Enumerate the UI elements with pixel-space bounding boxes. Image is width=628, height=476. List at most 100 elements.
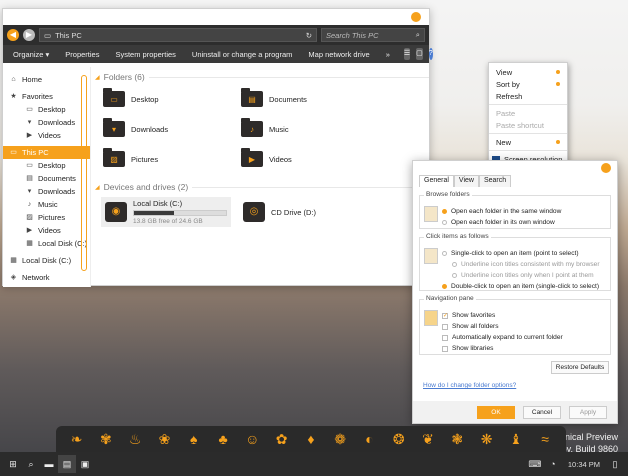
egg-icon[interactable]: ◐ — [361, 431, 377, 447]
radio-button[interactable] — [442, 284, 447, 289]
nav-item[interactable]: ▦ Local Disk (C:) — [3, 254, 90, 267]
nav-pane-checkbox[interactable]: ✓ Show favorites — [442, 310, 563, 321]
file-explorer-icon[interactable]: ▤ — [58, 455, 76, 473]
store-icon[interactable]: ▣ — [76, 455, 94, 473]
nav-item[interactable]: ⌂ Home — [3, 73, 90, 86]
fire-icon[interactable]: ♣ — [215, 431, 231, 447]
ok-button[interactable]: OK — [477, 405, 515, 419]
menu-item[interactable]: Refresh — [489, 90, 567, 102]
radio-button[interactable] — [452, 273, 457, 278]
drives-group-header[interactable]: ◢ Devices and drives (2) — [95, 181, 429, 193]
close-button[interactable] — [411, 12, 421, 22]
lotus-icon[interactable]: ❀ — [156, 431, 172, 447]
notification-icon[interactable]: ▯ — [606, 455, 624, 473]
folder-item[interactable]: ▭ Desktop — [103, 88, 241, 107]
blossom-icon[interactable]: ❋ — [479, 431, 495, 447]
candle-icon[interactable]: ♝ — [508, 431, 524, 447]
more-commands-button[interactable]: » — [378, 50, 398, 59]
refresh-icon[interactable]: ↻ — [306, 31, 312, 40]
keyboard-icon[interactable]: ⌨ — [526, 455, 544, 473]
cancel-button[interactable]: Cancel — [523, 405, 561, 419]
help-link[interactable]: How do I change folder options? — [413, 374, 617, 389]
folder-item[interactable]: ▨ Pictures — [103, 148, 241, 167]
seed-icon[interactable]: ❁ — [332, 431, 348, 447]
nav-item[interactable]: ◈ Network — [3, 271, 90, 284]
nav-pane-checkbox[interactable]: Automatically expand to current folder — [442, 332, 563, 343]
organize-button[interactable]: Organize ▾ — [9, 50, 57, 59]
nav-item[interactable]: ▦ Local Disk (C:) — [3, 237, 90, 250]
collapse-arrow-icon[interactable]: ◢ — [95, 184, 100, 191]
click-option-radio[interactable]: Underline icon titles only when I point … — [442, 270, 600, 281]
menu-item[interactable]: View — [489, 66, 567, 78]
folder-item[interactable]: ♪ Music — [241, 118, 379, 137]
apply-button[interactable]: Apply — [569, 405, 607, 419]
nav-item[interactable]: ♪ Music — [3, 198, 90, 211]
checkbox[interactable] — [442, 323, 448, 330]
click-option-radio[interactable]: Single-click to open an item (point to s… — [442, 248, 600, 259]
nav-item[interactable]: ▭ Desktop — [3, 159, 90, 172]
nav-item[interactable]: ★ Favorites — [3, 90, 90, 103]
menu-item[interactable]: Sort by — [489, 78, 567, 90]
leaves-icon[interactable]: ✿ — [274, 431, 290, 447]
browse-own-window-radio[interactable]: Open each folder in its own window — [442, 217, 561, 228]
nav-item[interactable]: ▶ Videos — [3, 224, 90, 237]
search-input[interactable]: Search This PC ⌕ — [321, 28, 425, 42]
drive-c[interactable]: ◉ Local Disk (C:) 13.8 GB free of 24.6 G… — [101, 197, 231, 227]
nav-item[interactable]: ▭ This PC — [3, 146, 90, 159]
uninstall-program-button[interactable]: Uninstall or change a program — [184, 50, 300, 59]
volume-icon[interactable]: ◔ — [544, 455, 562, 473]
checkbox[interactable]: ✓ — [442, 312, 448, 319]
nav-item[interactable]: ▭ Desktop — [3, 103, 90, 116]
checkbox[interactable] — [442, 345, 448, 352]
forward-arrow-icon[interactable]: ▶ — [23, 29, 35, 41]
leaf-icon[interactable]: ❧ — [69, 431, 85, 447]
nav-item[interactable]: ▾ Downloads — [3, 185, 90, 198]
collapse-arrow-icon[interactable]: ◢ — [95, 74, 100, 81]
torch-icon[interactable]: ♦ — [303, 431, 319, 447]
click-option-radio[interactable]: Double-click to open an item (single-cli… — [442, 281, 600, 292]
search-icon[interactable]: ⌕ — [416, 30, 420, 40]
address-input[interactable]: ▭ This PC ↻ — [39, 28, 317, 42]
browse-same-window-radio[interactable]: Open each folder in the same window — [442, 206, 561, 217]
properties-button[interactable]: Properties — [57, 50, 107, 59]
search-icon[interactable]: ⌕ — [22, 455, 40, 473]
folders-group-header[interactable]: ◢ Folders (6) — [95, 71, 429, 83]
back-arrow-icon[interactable]: ◀ — [7, 29, 19, 41]
dialog-titlebar[interactable] — [413, 161, 617, 175]
restore-defaults-button[interactable]: Restore Defaults — [551, 361, 609, 374]
plant-icon[interactable]: ✾ — [98, 431, 114, 447]
map-network-drive-button[interactable]: Map network drive — [300, 50, 377, 59]
nav-item[interactable]: ▾ Downloads — [3, 116, 90, 129]
checkbox[interactable] — [442, 334, 448, 341]
nav-scrollbar[interactable] — [81, 75, 87, 271]
flame-icon[interactable]: ♠ — [186, 431, 202, 447]
wave-icon[interactable]: ≈ — [537, 431, 553, 447]
system-properties-button[interactable]: System properties — [107, 50, 183, 59]
nav-pane-checkbox[interactable]: Show libraries — [442, 343, 563, 354]
nav-pane-checkbox[interactable]: Show all folders — [442, 321, 563, 332]
close-button[interactable] — [601, 163, 611, 173]
click-option-radio[interactable]: Underline icon titles consistent with my… — [442, 259, 600, 270]
menu-item[interactable]: New — [489, 136, 567, 148]
nav-item[interactable]: ▤ Documents — [3, 172, 90, 185]
task-view-icon[interactable]: ▬ — [40, 455, 58, 473]
view-options-icon[interactable]: ☰ — [403, 48, 411, 60]
explorer-titlebar[interactable] — [3, 9, 429, 25]
nav-item[interactable]: ▶ Videos — [3, 129, 90, 142]
butterfly-icon[interactable]: ❦ — [420, 431, 436, 447]
radio-button[interactable] — [442, 251, 447, 256]
tab-general[interactable]: General — [419, 175, 454, 187]
radio-button[interactable] — [452, 262, 457, 267]
tab-search[interactable]: Search — [478, 175, 512, 187]
preview-pane-icon[interactable]: ▢ — [416, 48, 423, 60]
clock[interactable]: 10:34 PM — [562, 460, 606, 469]
folder-item[interactable]: ▶ Videos — [241, 148, 379, 167]
tab-view[interactable]: View — [453, 175, 479, 187]
folder-item[interactable]: ▾ Downloads — [103, 118, 241, 137]
owl-icon[interactable]: ☺ — [244, 431, 260, 447]
drop-icon[interactable]: ♨ — [127, 431, 143, 447]
folder-item[interactable]: ▤ Documents — [241, 88, 379, 107]
nav-item[interactable]: ▨ Pictures — [3, 211, 90, 224]
swirl-icon[interactable]: ❂ — [391, 431, 407, 447]
start-windows-icon[interactable]: ⊞ — [4, 455, 22, 473]
